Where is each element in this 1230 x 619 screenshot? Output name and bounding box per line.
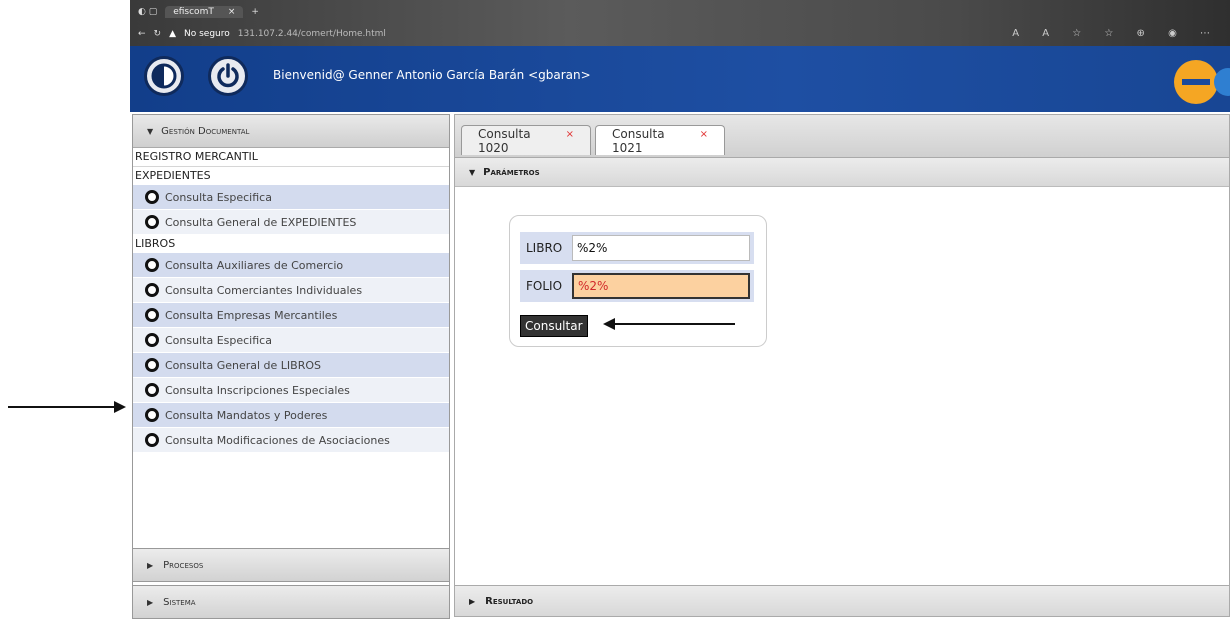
consultar-button[interactable]: Consultar [520,315,588,337]
gear-icon [145,408,159,422]
resultado-title: Resultado [485,595,534,607]
sidebar-sistema-label: Sistema [163,596,196,608]
gear-icon [145,358,159,372]
menu-item-comerciantes[interactable]: Consulta Comerciantes Individuales [133,278,449,303]
welcome-message: Bienvenid@ Genner Antonio García Barán <… [273,68,591,82]
menu-item-general-libros[interactable]: Consulta General de LIBROS [133,353,449,378]
caret-down-icon: ▼ [147,126,154,136]
brand-logo-icon [1174,60,1230,104]
contrast-button[interactable] [144,56,184,96]
caret-right-icon: ▶ [147,597,154,607]
gear-icon [145,383,159,397]
menu-item-mandatos[interactable]: Consulta Mandatos y Poderes [133,403,449,428]
caret-right-icon: ▶ [469,596,476,606]
gear-icon [145,190,159,204]
menu-item-label: Consulta Auxiliares de Comercio [165,258,344,272]
close-icon[interactable]: × [228,7,236,17]
power-icon [217,63,239,88]
url-text: 131.107.2.44/comert/Home.html [237,29,386,39]
caret-down-icon: ▼ [469,167,476,177]
tab-label: Consulta 1020 [478,126,531,155]
section-registro: REGISTRO MERCANTIL [133,148,449,167]
address-bar[interactable]: ← ↻ ▲ No seguro 131.107.2.44/comert/Home… [138,26,386,42]
menu-item-consulta-general-expedientes[interactable]: Consulta General de EXPEDIENTES [133,210,449,235]
gear-icon [145,433,159,447]
browser-toolbar-icons[interactable]: A A ☆ ☆ ⊕ ◉ ⋯ [1012,28,1220,39]
tab-bar: Consulta 1020 × Consulta 1021 × [455,115,1229,158]
reload-icon[interactable]: ↻ [154,29,162,39]
caret-right-icon: ▶ [147,560,154,570]
close-icon[interactable]: × [700,129,708,140]
sidebar-header-gestion[interactable]: ▼ Gestión Documental [133,115,449,148]
menu-item-label: Consulta Comerciantes Individuales [165,283,363,297]
tab-consulta-1021[interactable]: Consulta 1021 × [595,125,725,155]
sidebar: ▼ Gestión Documental REGISTRO MERCANTIL … [132,114,450,617]
new-tab-icon[interactable]: + [251,7,259,17]
main-panel: Consulta 1020 × Consulta 1021 × ▼ Paráme… [454,114,1230,617]
menu-item-label: Consulta Especifica [165,190,272,204]
section-expedientes: EXPEDIENTES [135,169,211,182]
folio-input[interactable]: %2% [572,273,750,299]
gear-icon [145,308,159,322]
sidebar-header-sistema[interactable]: ▶ Sistema [132,585,450,619]
tab-consulta-1020[interactable]: Consulta 1020 × [461,125,591,155]
menu-item-consulta-especifica-lib[interactable]: Consulta Especifica [133,328,449,353]
menu-item-empresas[interactable]: Consulta Empresas Mercantiles [133,303,449,328]
tab-label: Consulta 1021 [612,126,665,155]
folio-label: FOLIO [526,279,563,293]
menu-item-label: Consulta General de LIBROS [165,358,321,372]
menu-item-label: Consulta Inscripciones Especiales [165,383,350,397]
section-libros: LIBROS [135,237,176,250]
contrast-icon [151,63,177,89]
parametros-title: Parámetros [483,166,540,178]
libro-label: LIBRO [526,241,563,255]
parametros-form: LIBRO %2% FOLIO %2% Consultar [509,215,767,347]
resultado-header[interactable]: ▶ Resultado [454,585,1230,617]
browser-tabstrip: ◐ ▢ efiscomT × + [138,3,259,21]
libro-input[interactable]: %2% [572,235,750,261]
gear-icon [145,333,159,347]
menu-item-inscripciones[interactable]: Consulta Inscripciones Especiales [133,378,449,403]
sidebar-procesos-label: Procesos [163,559,204,571]
menu-item-label: Consulta Especifica [165,333,272,347]
gear-icon [145,258,159,272]
menu-item-label: Consulta General de EXPEDIENTES [165,215,357,229]
window-icon[interactable]: ◐ ▢ [138,7,157,17]
libro-row: LIBRO %2% [520,232,754,264]
browser-tab[interactable]: efiscomT × [165,6,244,18]
folio-row: FOLIO %2% [520,270,754,302]
back-icon[interactable]: ← [138,29,146,39]
sidebar-header-procesos[interactable]: ▶ Procesos [132,548,450,582]
gear-icon [145,215,159,229]
close-icon[interactable]: × [566,129,574,140]
browser-tab-title: efiscomT [173,7,214,17]
warning-icon: ▲ [169,29,177,39]
menu-item-auxiliares[interactable]: Consulta Auxiliares de Comercio [133,253,449,278]
menu-item-label: Consulta Mandatos y Poderes [165,408,328,422]
app-header: Bienvenid@ Genner Antonio García Barán <… [130,46,1230,112]
menu-item-label: Consulta Empresas Mercantiles [165,308,338,322]
browser-window: ◐ ▢ efiscomT × + ← ↻ ▲ No seguro 131.107… [130,0,1230,619]
menu-item-modificaciones[interactable]: Consulta Modificaciones de Asociaciones [133,428,449,453]
menu-item-consulta-especifica-exp[interactable]: Consulta Especifica [133,185,449,210]
parametros-header[interactable]: ▼ Parámetros [455,158,1229,187]
browser-chrome: ◐ ▢ efiscomT × + ← ↻ ▲ No seguro 131.107… [130,0,1230,46]
security-warning: No seguro [184,29,230,39]
logout-button[interactable] [208,56,248,96]
sidebar-title: Gestión Documental [161,125,250,137]
menu-item-label: Consulta Modificaciones de Asociaciones [165,433,390,447]
gear-icon [145,283,159,297]
